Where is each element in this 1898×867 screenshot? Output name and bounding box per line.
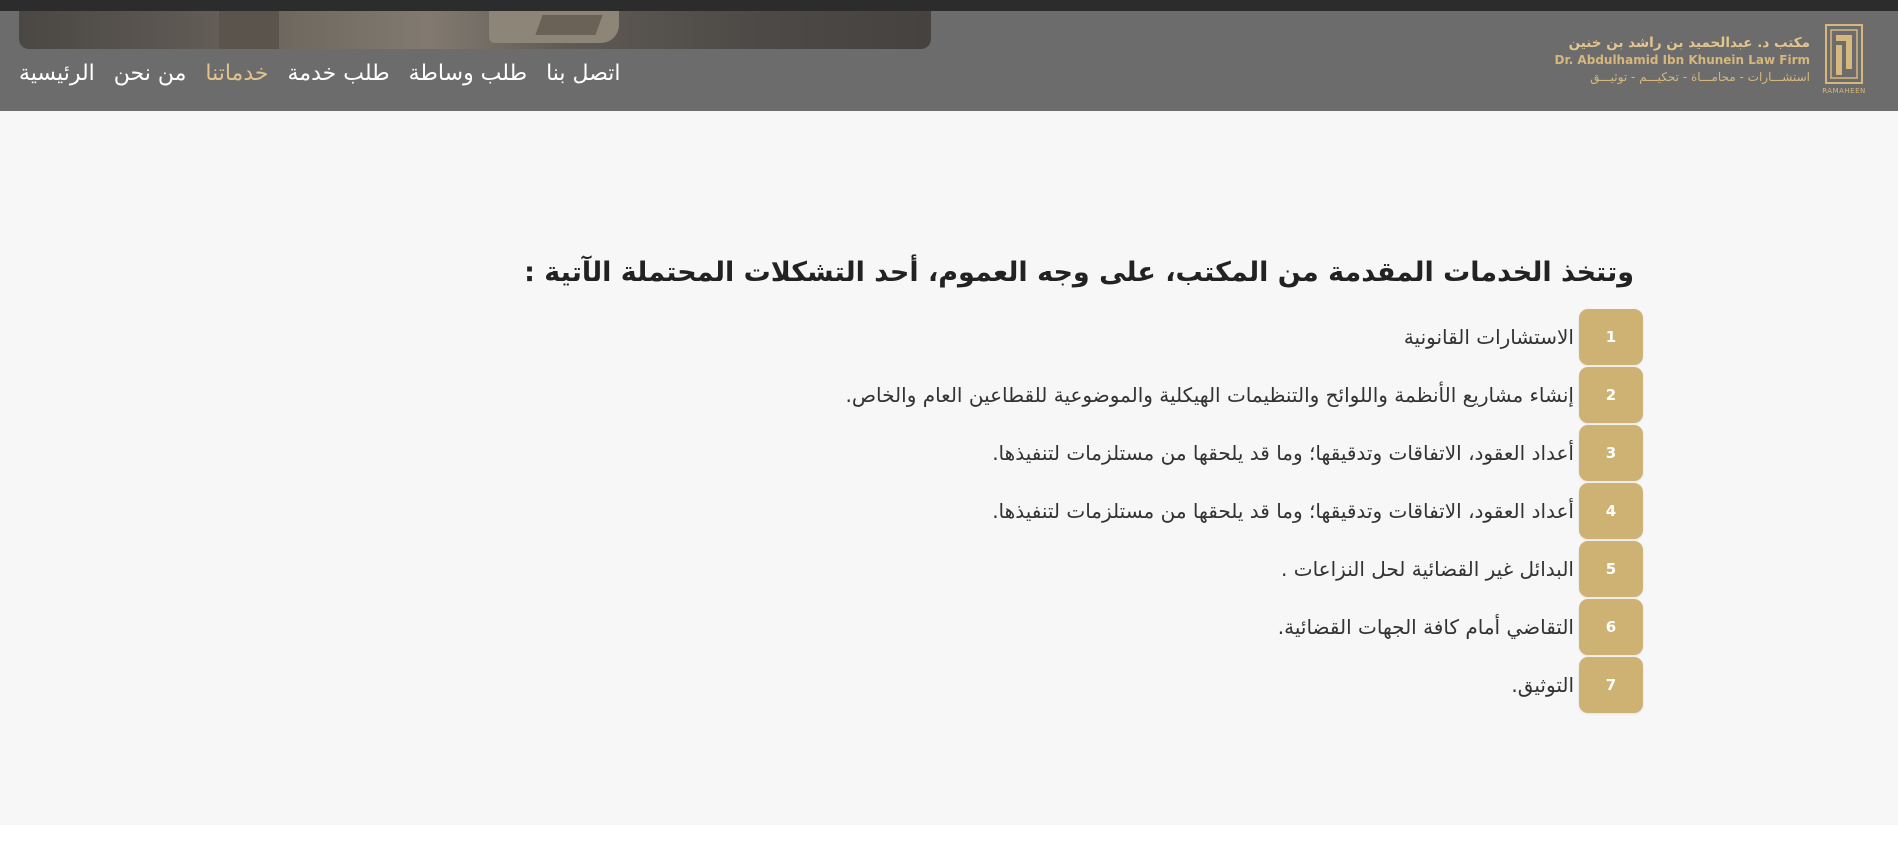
service-item: 2 إنشاء مشاريع الأنظمة واللوائح والتنظيم…	[643, 366, 1643, 424]
nav-item-about[interactable]: من نحن	[114, 61, 187, 86]
service-number-badge: 3	[1579, 425, 1643, 481]
service-item: 4 أعداد العقود، الاتفاقات وتدقيقها؛ وما …	[643, 482, 1643, 540]
service-item: 5 البدائل غير القضائية لحل النزاعات .	[643, 540, 1643, 598]
service-item: 3 أعداد العقود، الاتفاقات وتدقيقها؛ وما …	[643, 424, 1643, 482]
main-nav: الرئيسية من نحن خدماتنا طلب خدمة طلب وسا…	[19, 49, 621, 97]
law-firm-logo-icon: RAMAHEEN	[1822, 23, 1866, 97]
service-text: أعداد العقود، الاتفاقات وتدقيقها؛ وما قد…	[992, 441, 1574, 465]
service-text: البدائل غير القضائية لحل النزاعات .	[1281, 557, 1574, 581]
services-list: 1 الاستشارات القانونية 2 إنشاء مشاريع ال…	[643, 308, 1643, 714]
nav-item-home[interactable]: الرئيسية	[19, 61, 95, 86]
service-number-badge: 6	[1579, 599, 1643, 655]
service-item: 7 التوثيق.	[643, 656, 1643, 714]
service-number-badge: 4	[1579, 483, 1643, 539]
brand-text: مكتب د. عبدالحميد بن راشد بن خنين Dr. Ab…	[1555, 35, 1810, 86]
service-text: إنشاء مشاريع الأنظمة واللوائح والتنظيمات…	[845, 383, 1575, 407]
service-number-badge: 5	[1579, 541, 1643, 597]
brand-name-english: Dr. Abdulhamid Ibn Khunein Law Firm	[1554, 52, 1810, 67]
brand-tagline: استشـــارات - محامـــاة - تحكيـــم - توث…	[1590, 69, 1810, 84]
nav-item-mediation-request[interactable]: طلب وساطة	[409, 61, 528, 86]
service-item: 6 التقاضي أمام كافة الجهات القضائية.	[643, 598, 1643, 656]
service-item: 1 الاستشارات القانونية	[643, 308, 1643, 366]
service-text: التوثيق.	[1511, 673, 1574, 697]
main-content-area: وتتخذ الخدمات المقدمة من المكتب، على وجه…	[0, 111, 1898, 825]
site-header: الرئيسية من نحن خدماتنا طلب خدمة طلب وسا…	[0, 11, 1898, 111]
brand-logo-link[interactable]: مكتب د. عبدالحميد بن راشد بن خنين Dr. Ab…	[1555, 19, 1866, 101]
service-text: أعداد العقود، الاتفاقات وتدقيقها؛ وما قد…	[992, 499, 1574, 523]
service-text: الاستشارات القانونية	[1403, 325, 1575, 349]
nav-item-service-request[interactable]: طلب خدمة	[288, 61, 391, 86]
logo-caption: RAMAHEEN	[1822, 87, 1866, 95]
services-section: وتتخذ الخدمات المقدمة من المكتب، على وجه…	[524, 257, 1643, 714]
nav-item-services[interactable]: خدماتنا	[205, 61, 269, 86]
service-text: التقاضي أمام كافة الجهات القضائية.	[1277, 615, 1575, 639]
service-number-badge: 2	[1579, 367, 1643, 423]
services-heading: وتتخذ الخدمات المقدمة من المكتب، على وجه…	[524, 257, 1634, 288]
service-number-badge: 1	[1579, 309, 1643, 365]
nav-item-contact[interactable]: اتصل بنا	[546, 61, 621, 86]
brand-name-arabic: مكتب د. عبدالحميد بن راشد بن خنين	[1568, 34, 1810, 51]
page-footer-space	[0, 825, 1898, 867]
hero-photo-strip	[19, 11, 931, 49]
top-dark-strip	[0, 0, 1898, 11]
service-number-badge: 7	[1579, 657, 1643, 713]
